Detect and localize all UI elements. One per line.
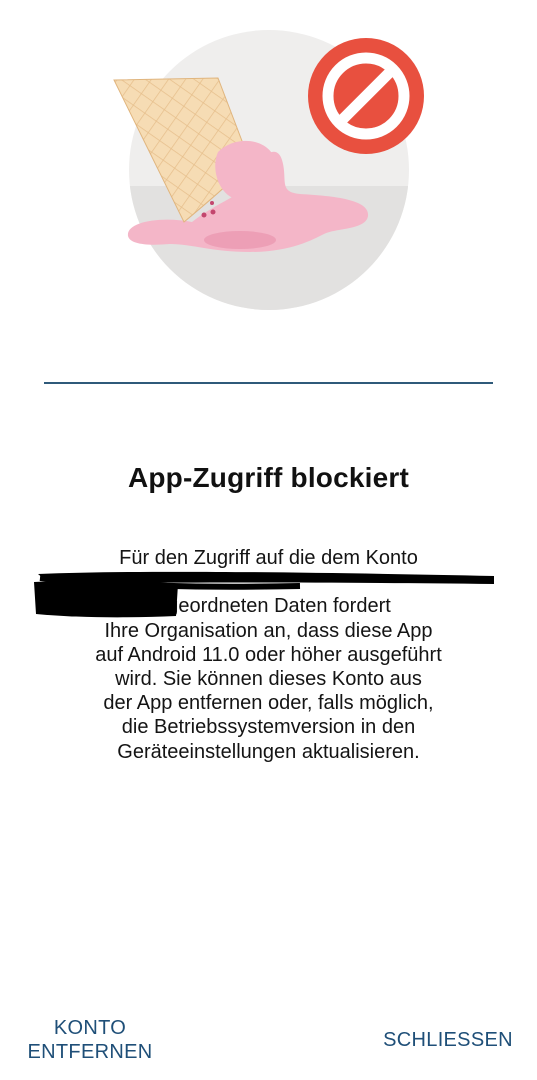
dialog-title: App-Zugriff blockiert (127, 462, 410, 493)
message-line-redacted (40, 570, 497, 594)
message-line: Ihre Organisation an, dass diese App (104, 619, 433, 642)
remove-account-label-line1: KONTO (53, 1017, 127, 1039)
blocked-illustration (113, 30, 424, 310)
message-line: Für den Zugriff auf die dem Konto (119, 547, 418, 569)
message-line: auf Android 11.0 oder höher ausgeführt (95, 643, 442, 666)
message-line: die Betriebssystemversion in den (121, 716, 416, 739)
dialog-message: Für den Zugriff auf die dem Konto zugeor… (40, 546, 497, 764)
divider (44, 382, 493, 384)
message-line: Geräteeinstellungen aktualisieren. (117, 740, 420, 763)
remove-account-label-line2: ENTFERNEN (27, 1041, 153, 1063)
message-line: der App entfernen oder, falls möglich, (103, 692, 434, 715)
remove-account-button[interactable]: KONTO ENTFERNEN (20, 1016, 160, 1064)
message-line: zugeordneten Daten fordert (146, 595, 391, 618)
message-line: wird. Sie können dieses Konto aus (115, 668, 422, 690)
blocked-icon (308, 38, 424, 154)
close-button[interactable]: SCHLIESSEN (376, 1028, 520, 1052)
